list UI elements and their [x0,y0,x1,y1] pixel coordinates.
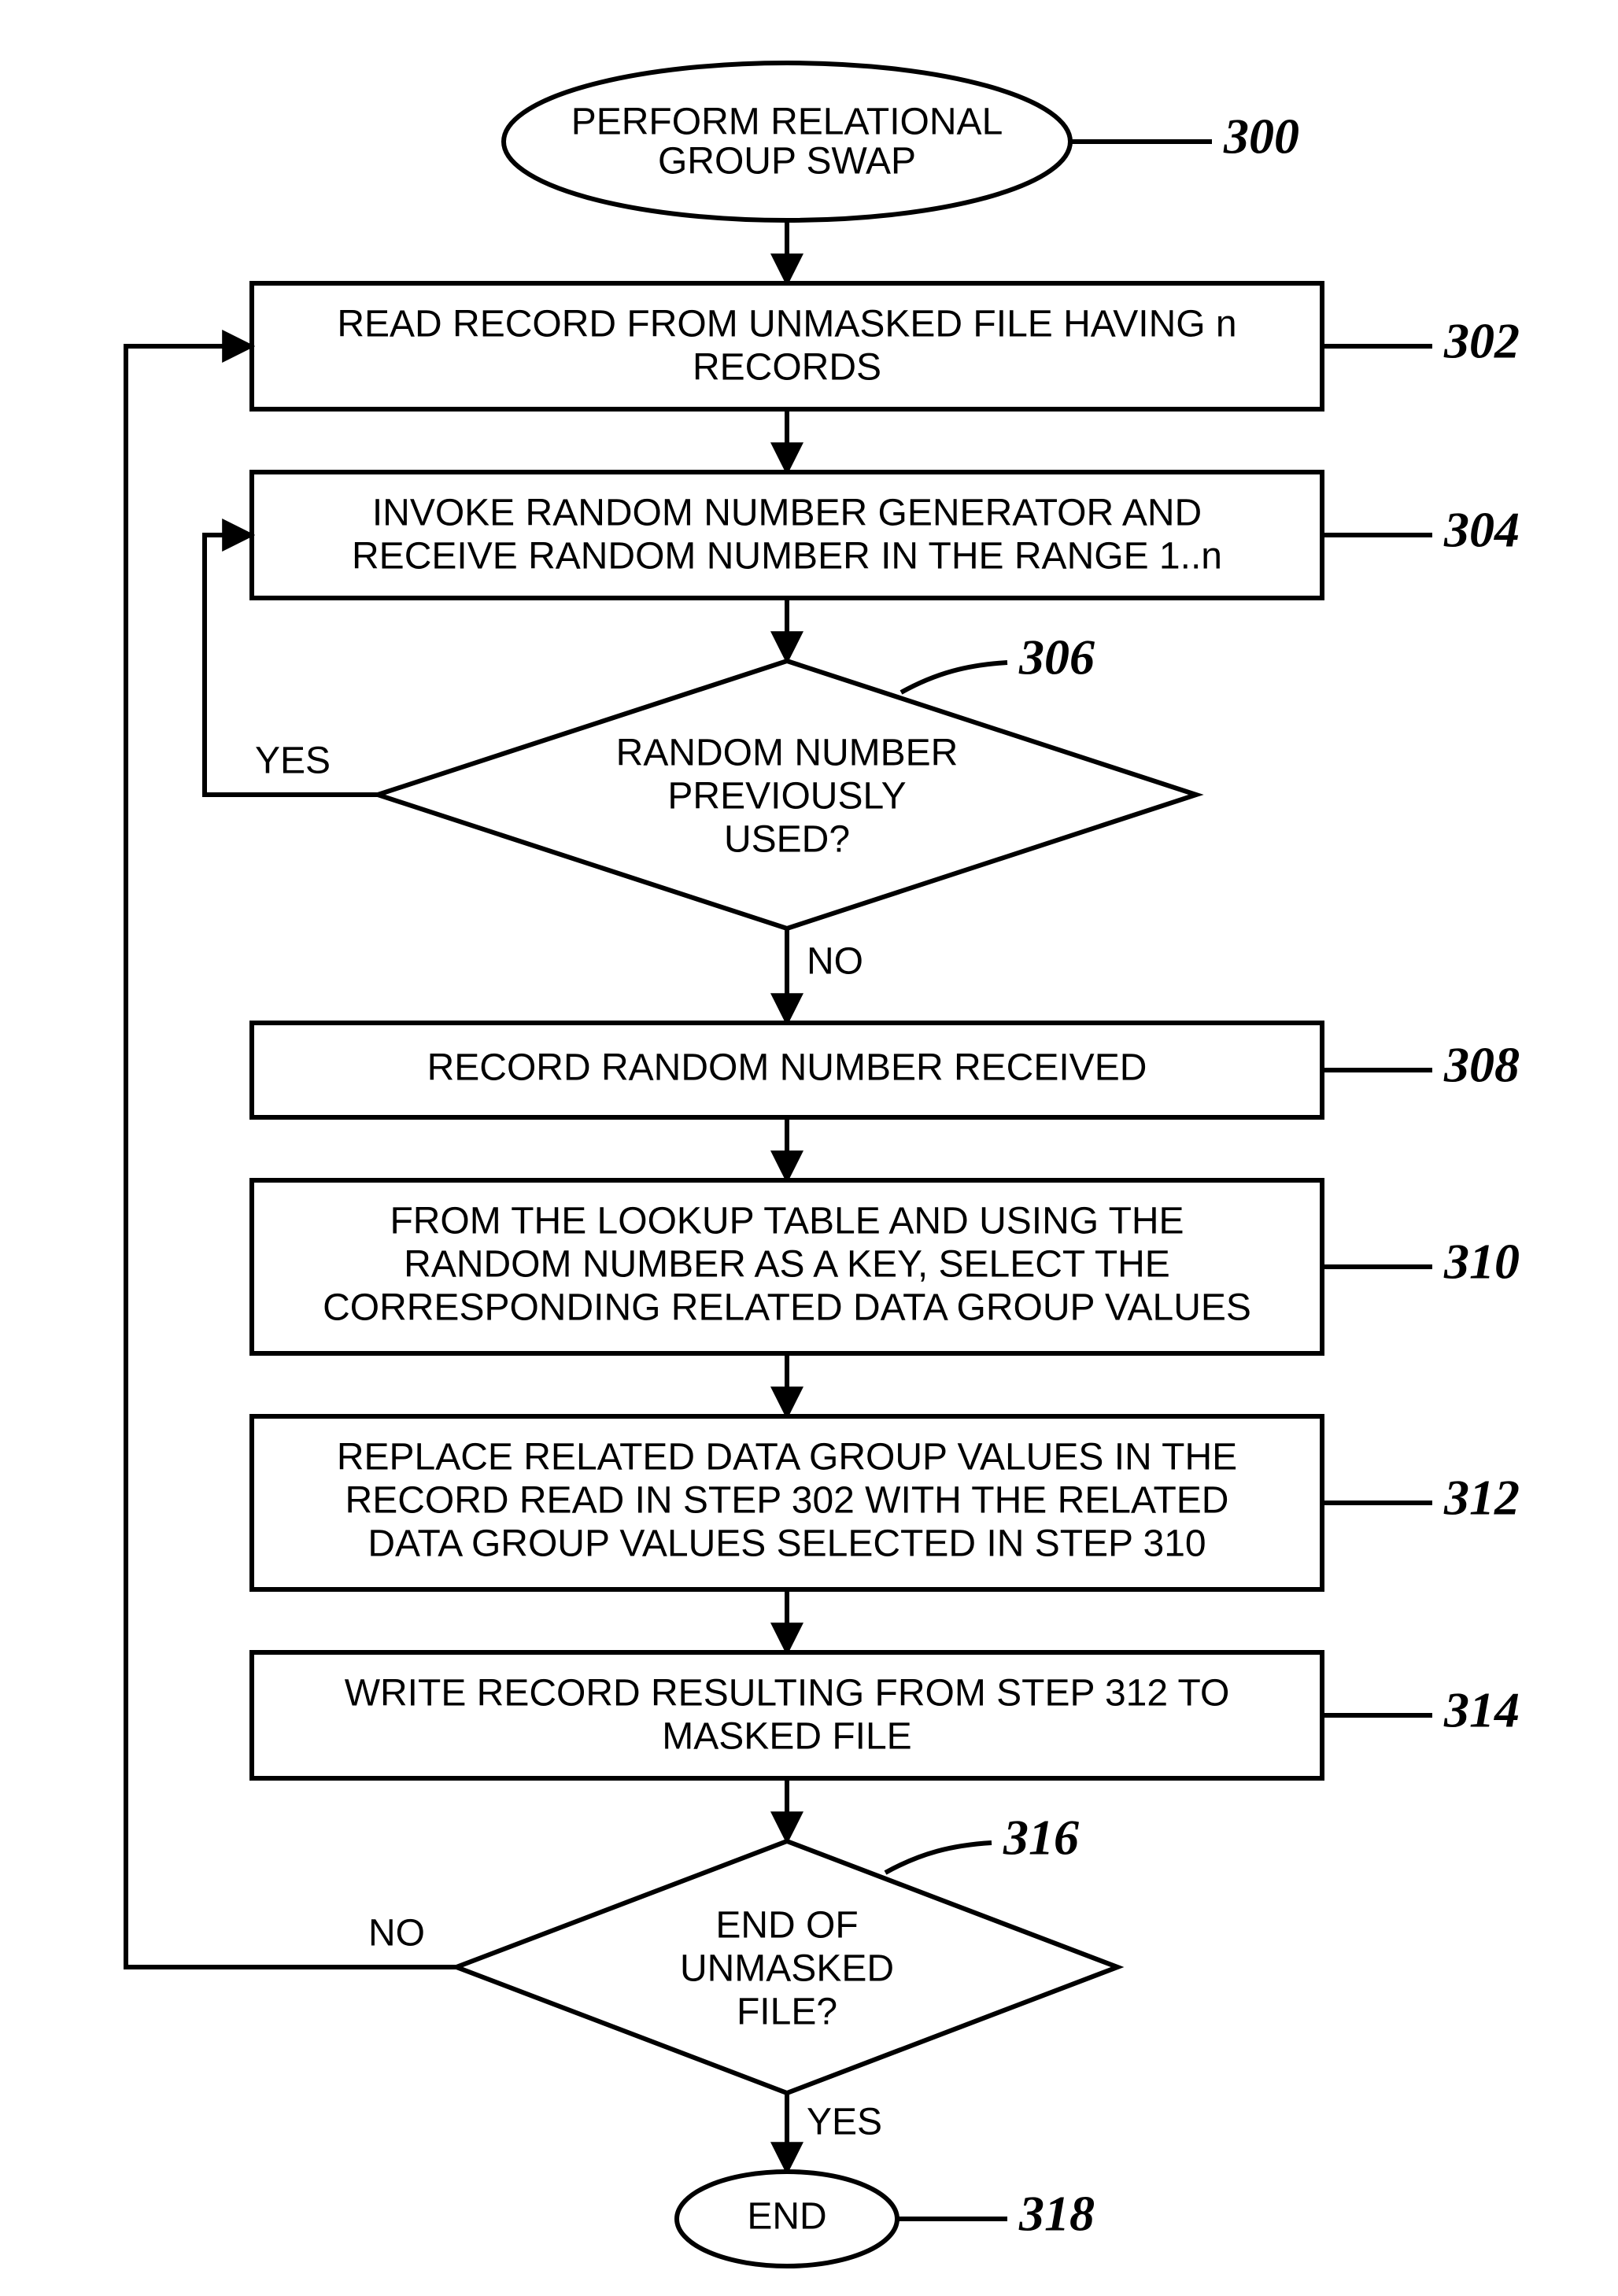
ref-leader-306 [901,663,1007,692]
node-314-line1: WRITE RECORD RESULTING FROM STEP 312 TO [345,1673,1230,1715]
node-312-line2: RECORD READ IN STEP 302 WITH THE RELATED [345,1480,1229,1522]
ref-302: 302 [1443,313,1520,369]
node-316-line2: UNMASKED [680,1948,894,1990]
node-302-line2: RECORDS [693,347,881,389]
node-300-line2: GROUP SWAP [658,141,916,183]
node-310-line2: RANDOM NUMBER AS A KEY, SELECT THE [404,1244,1170,1286]
node-314-line2: MASKED FILE [662,1716,911,1758]
ref-306: 306 [1018,629,1095,685]
flowchart: PERFORM RELATIONAL GROUP SWAP 300 READ R… [0,0,1618,2296]
ref-leader-316 [885,1843,992,1873]
ref-314: 314 [1443,1682,1520,1738]
label-316-no: NO [368,1913,425,1955]
node-306-line2: PREVIOUSLY [667,776,906,818]
label-306-yes: YES [255,740,331,782]
node-312-line3: DATA GROUP VALUES SELECTED IN STEP 310 [368,1523,1206,1565]
ref-316: 316 [1003,1810,1079,1866]
node-306-line1: RANDOM NUMBER [616,733,959,774]
node-308-line1: RECORD RANDOM NUMBER RECEIVED [427,1047,1147,1089]
node-304-line2: RECEIVE RANDOM NUMBER IN THE RANGE 1..n [352,536,1222,578]
ref-308: 308 [1443,1037,1520,1093]
node-318-line1: END [747,2196,826,2238]
ref-318: 318 [1018,2186,1095,2242]
node-312-line1: REPLACE RELATED DATA GROUP VALUES IN THE [337,1437,1237,1478]
node-316-line1: END OF [715,1905,858,1947]
label-316-yes: YES [807,2102,882,2143]
ref-310: 310 [1443,1234,1520,1290]
node-302-line1: READ RECORD FROM UNMASKED FILE HAVING n [337,304,1236,345]
ref-300: 300 [1223,109,1299,164]
node-306-line3: USED? [724,819,850,861]
ref-304: 304 [1443,502,1520,558]
node-310-line3: CORRESPONDING RELATED DATA GROUP VALUES [323,1287,1251,1329]
ref-312: 312 [1443,1470,1520,1526]
node-304-line1: INVOKE RANDOM NUMBER GENERATOR AND [372,493,1202,534]
node-316-line3: FILE? [737,1991,837,2033]
node-300-line1: PERFORM RELATIONAL [571,102,1003,143]
label-306-no: NO [807,941,863,983]
node-310-line1: FROM THE LOOKUP TABLE AND USING THE [390,1201,1184,1242]
